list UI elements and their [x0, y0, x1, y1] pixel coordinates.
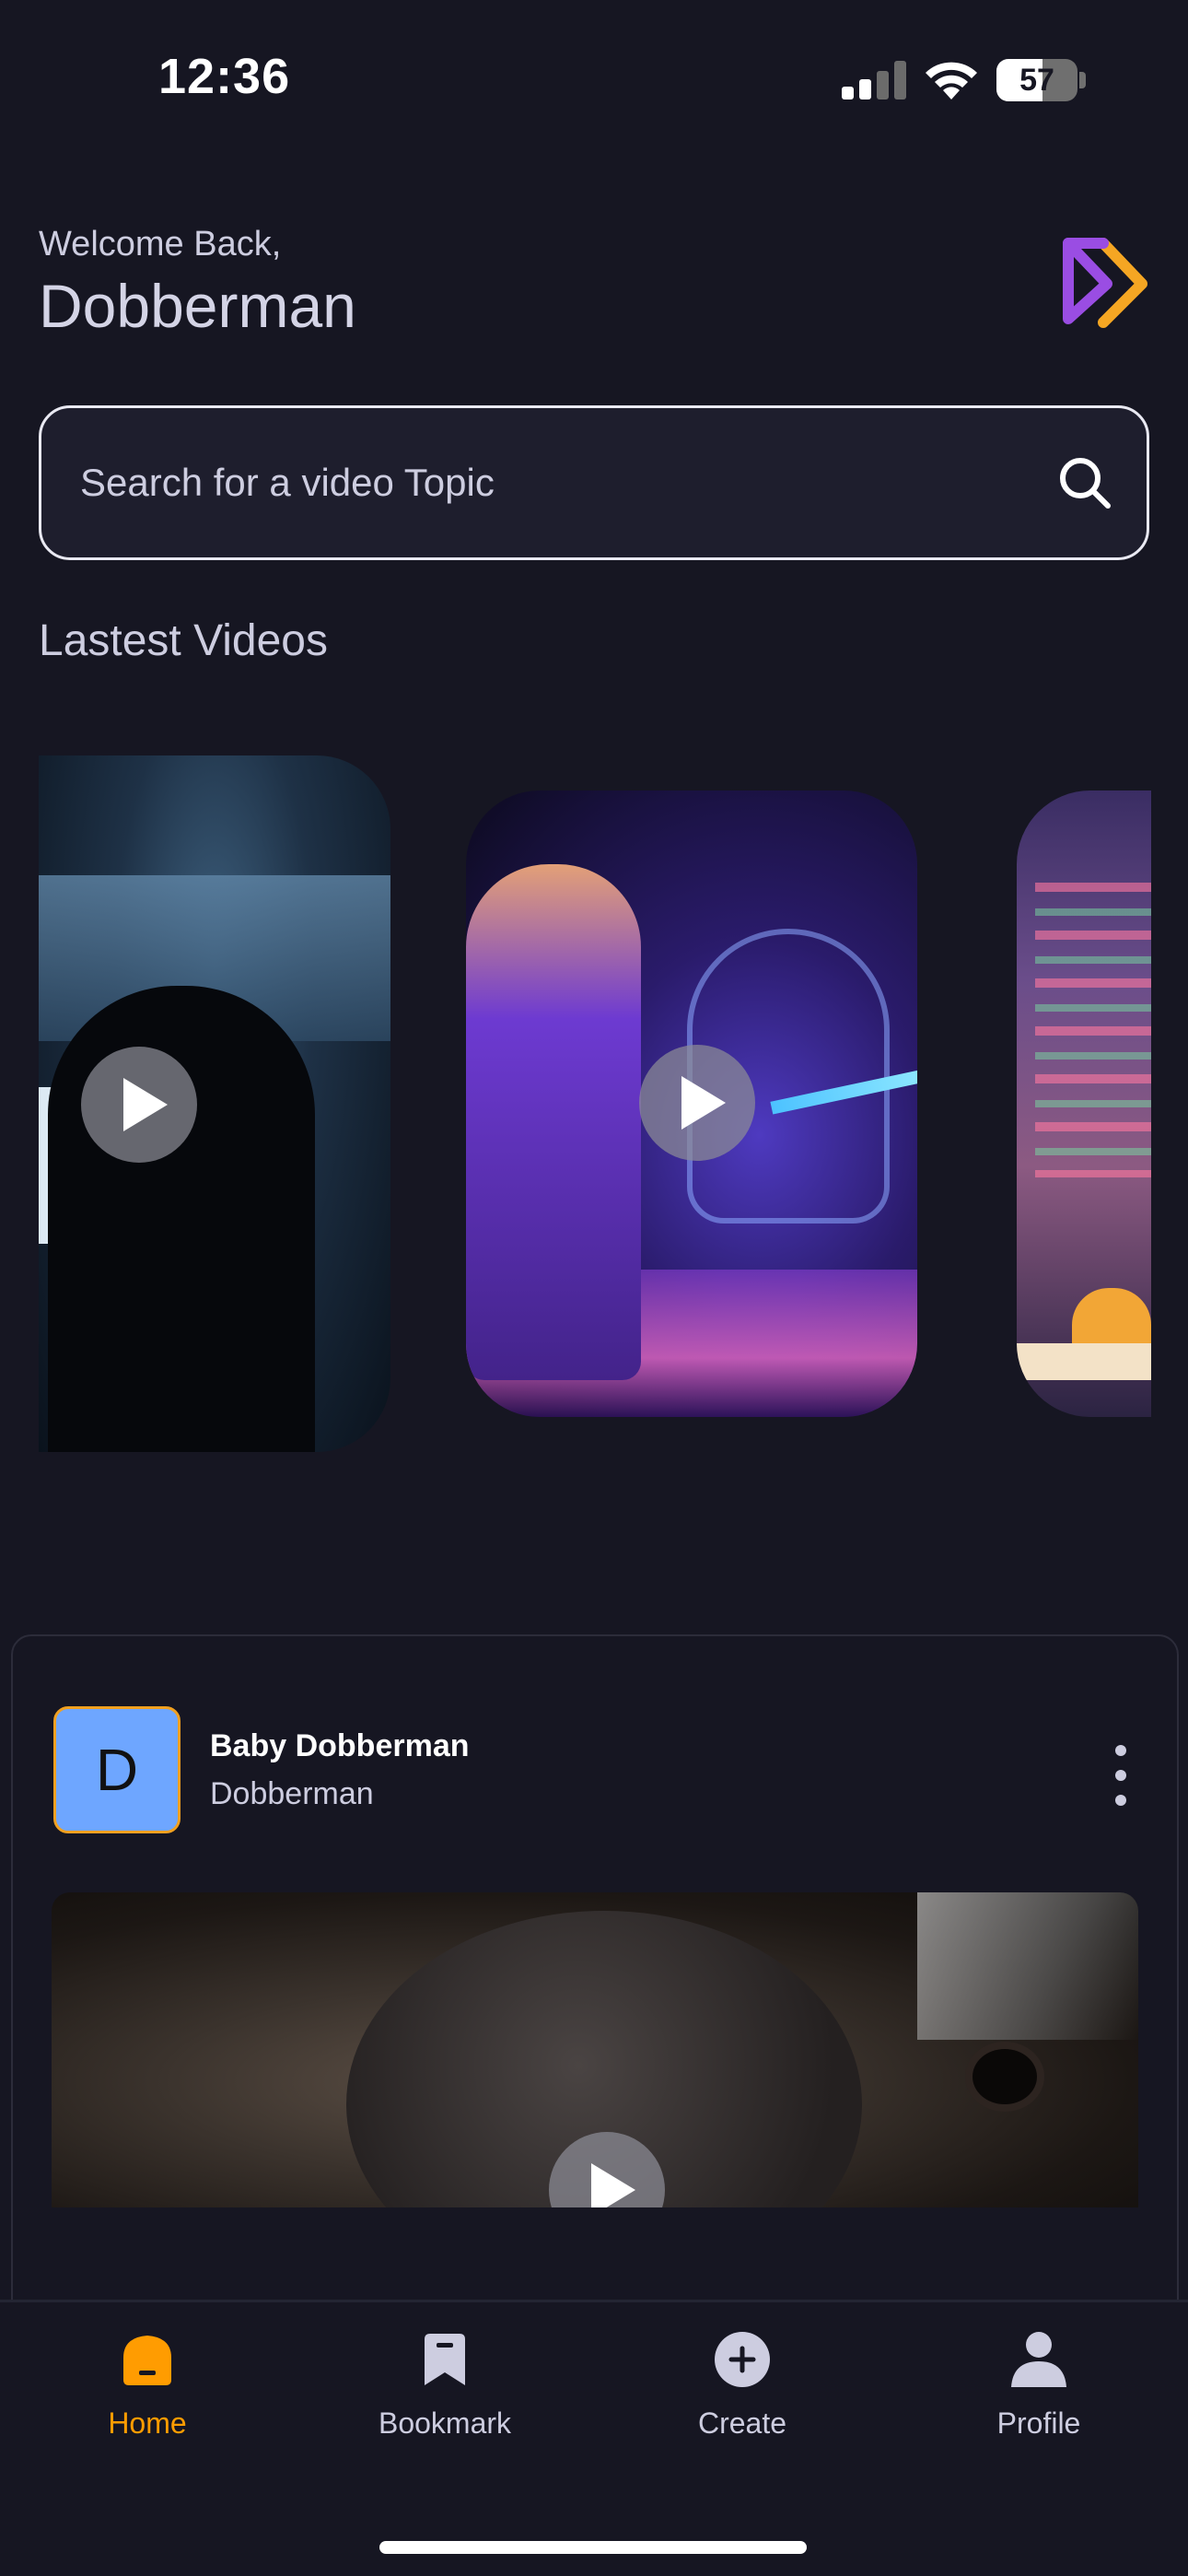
signal-icon — [842, 61, 908, 100]
battery-icon: 57 — [996, 59, 1077, 101]
welcome-text: Welcome Back, — [39, 225, 282, 263]
tab-profile[interactable]: Profile — [938, 2330, 1140, 2441]
tab-label-create: Create — [697, 2406, 787, 2440]
video-thumbnail-detail — [48, 986, 315, 1452]
battery-cap — [1079, 72, 1086, 88]
tab-home[interactable]: Home — [46, 2330, 249, 2441]
video-card-coding[interactable] — [1017, 790, 1151, 1417]
tab-label-bookmark: Bookmark — [378, 2406, 512, 2440]
latest-videos-carousel[interactable] — [0, 737, 1188, 1474]
app-logo-icon — [1063, 238, 1147, 328]
bookmark-icon — [425, 2334, 465, 2385]
plus-circle-icon — [715, 2332, 770, 2387]
tab-label-profile: Profile — [996, 2406, 1081, 2440]
video-thumbnail-detail — [466, 864, 641, 1380]
video-thumbnail-detail — [917, 1892, 1138, 2040]
battery-level: 57 — [1019, 63, 1054, 98]
video-card-vr[interactable] — [466, 790, 917, 1417]
video-thumbnail-detail — [973, 2049, 1037, 2104]
avatar[interactable]: D — [53, 1706, 181, 1833]
wifi-icon — [926, 62, 977, 100]
tab-create[interactable]: Create — [641, 2330, 844, 2441]
post-title: Baby Dobberman — [210, 1728, 470, 1763]
video-thumbnail-detail — [1035, 883, 1151, 1177]
post-author: Dobberman — [210, 1776, 374, 1811]
home-indicator[interactable] — [379, 2541, 807, 2554]
tab-bookmark[interactable]: Bookmark — [344, 2330, 546, 2441]
home-icon — [123, 2336, 171, 2385]
play-icon[interactable] — [81, 1047, 197, 1163]
user-icon — [1011, 2332, 1066, 2387]
search-input[interactable] — [80, 408, 1029, 557]
username: Dobberman — [39, 272, 356, 340]
video-card-hacker[interactable] — [39, 755, 390, 1452]
section-title-latest: Lastest Videos — [39, 616, 328, 665]
post-video-thumbnail[interactable] — [52, 1892, 1138, 2207]
status-bar: 12:36 57 — [0, 0, 1188, 157]
status-time: 12:36 — [158, 49, 291, 104]
video-thumbnail-detail — [1017, 1343, 1151, 1380]
bottom-tab-bar: Home Bookmark Create Profile — [0, 2300, 1188, 2576]
search-box[interactable] — [39, 405, 1149, 560]
play-icon[interactable] — [639, 1045, 755, 1161]
more-vertical-icon[interactable] — [1111, 1745, 1133, 1806]
search-icon[interactable] — [1056, 454, 1113, 511]
tab-label-home: Home — [108, 2406, 187, 2440]
